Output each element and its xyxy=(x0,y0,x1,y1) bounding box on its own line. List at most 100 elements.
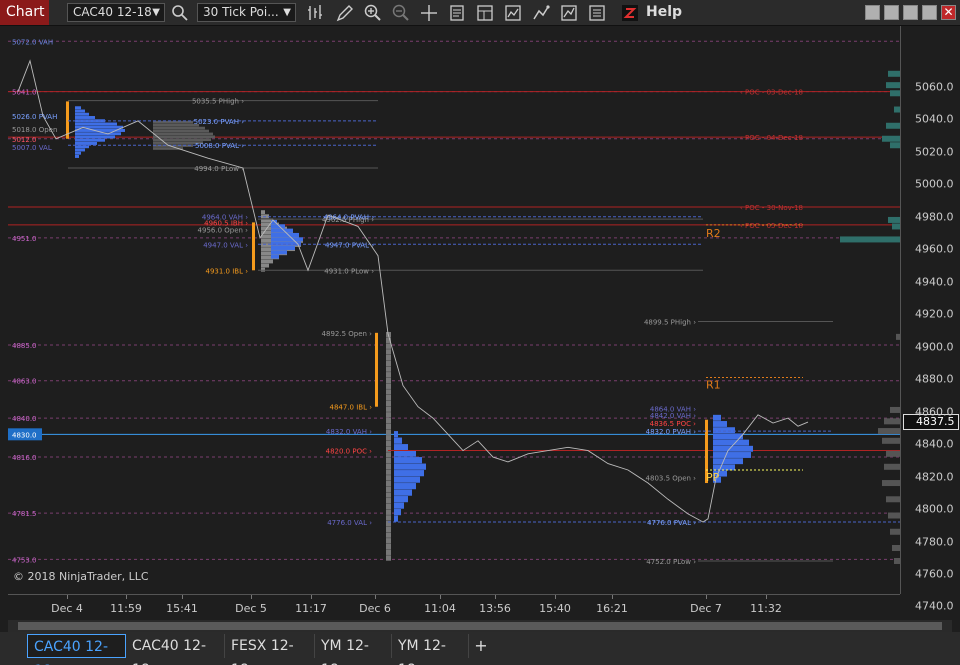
time-tick-label: 11:04 xyxy=(424,602,456,615)
scrollbar-thumb[interactable] xyxy=(18,622,942,630)
price-tick-label: 5040.0 xyxy=(915,112,954,126)
volume-profile-bar xyxy=(713,445,753,452)
time-tick-label: Dec 5 xyxy=(235,602,267,615)
poc-label: ‹ POC - 03-Dec-18 xyxy=(740,89,803,97)
volume-profile-bar xyxy=(394,444,408,451)
time-tick-label: 15:41 xyxy=(166,602,198,615)
volume-profile-bar xyxy=(271,241,301,246)
volume-profile-bar xyxy=(75,112,89,116)
instrument-selector[interactable]: CAC40 12-1​8 ▼ xyxy=(67,3,165,22)
close-icon[interactable]: ✕ xyxy=(941,5,956,20)
composite-profile-bar xyxy=(886,82,900,89)
indicators-icon[interactable] xyxy=(559,3,579,23)
profile-label: 4864.0 VAH › xyxy=(650,405,696,413)
left-level-label: 4951.0 xyxy=(12,235,37,243)
chart-tab[interactable]: CAC40 12-18 xyxy=(27,634,126,665)
volume-profile-bar xyxy=(75,142,97,145)
chart-tab[interactable]: FESX 12-18 xyxy=(225,634,315,665)
templates-icon[interactable] xyxy=(475,3,495,23)
composite-profile-bar xyxy=(890,142,900,149)
maximize-icon[interactable] xyxy=(903,5,918,20)
volume-profile-bar xyxy=(394,450,416,457)
volume-profile-bar xyxy=(386,526,391,533)
volume-profile-bar xyxy=(271,245,295,250)
price-chart[interactable]: ‹ POC - 03-Dec-18 ‹ POC - 04-Dec-18 ‹ POC … xyxy=(8,26,900,594)
volume-profile-bar xyxy=(713,464,735,471)
volume-profile-bar xyxy=(386,446,391,452)
volume-profile-bar xyxy=(386,469,391,475)
volume-profile-bar xyxy=(75,116,95,119)
window-icon[interactable] xyxy=(922,5,937,20)
chart-tab[interactable]: YM 12-18 xyxy=(315,634,392,665)
profile-label: 4832.0 PVAH › xyxy=(646,428,697,436)
strategies-icon[interactable] xyxy=(531,3,551,23)
time-tick-label: 11:59 xyxy=(110,602,142,615)
restore-icon[interactable] xyxy=(884,5,899,20)
composite-profile-bar xyxy=(840,236,900,243)
volume-profile-bar xyxy=(386,440,391,447)
ib-bar xyxy=(252,222,255,271)
profile-label: 4931.0 IBL › xyxy=(205,267,248,275)
chart-tab[interactable]: YM 12-18 xyxy=(392,634,469,665)
time-tick xyxy=(67,595,68,599)
properties-icon[interactable] xyxy=(503,3,523,23)
price-tick-label: 5060.0 xyxy=(915,80,954,94)
volume-profile-bar xyxy=(386,372,391,378)
composite-profile-bar xyxy=(890,406,900,413)
left-level-label: 5041.0 xyxy=(12,89,37,97)
price-tick-label: 4840.0 xyxy=(915,437,954,451)
add-tab-button[interactable]: + xyxy=(470,634,492,658)
volume-profile-bar xyxy=(386,360,391,367)
left-level-label: 5007.0 VAL xyxy=(12,144,52,152)
chart-tab[interactable]: CAC40 12-18 xyxy=(126,634,225,665)
volume-profile-bar xyxy=(386,549,391,555)
price-axis[interactable]: 4837.5 5060.0 5040.0 5020.0 5000.0 4980.0 496… xyxy=(900,26,960,613)
interval-selector[interactable]: 30 Tick Poi... ▼ xyxy=(197,3,296,22)
composite-profile-bar xyxy=(882,135,900,142)
help-menu[interactable]: Help xyxy=(646,0,682,25)
time-tick xyxy=(612,595,613,599)
composite-profile-bar xyxy=(886,122,900,129)
time-tick xyxy=(251,595,252,599)
profile-label: 4832.0 VAH › xyxy=(326,428,372,436)
volume-profile-bar xyxy=(386,377,391,384)
time-tick xyxy=(555,595,556,599)
instrument-value: CAC40 12-1​8 xyxy=(73,5,152,19)
volume-profile-bar xyxy=(386,503,391,510)
crosshair-icon[interactable] xyxy=(419,3,439,23)
profile-label: 4964.0 PVAH › xyxy=(324,214,375,222)
volume-profile-bar xyxy=(386,400,391,407)
profile-label: 4803.5 Open › xyxy=(646,474,697,482)
composite-profile-bar xyxy=(890,90,900,97)
zoom-out-icon[interactable] xyxy=(391,3,411,23)
volume-profile-bar xyxy=(75,135,115,139)
volume-profile-bar xyxy=(386,492,391,498)
left-level-label: 5012.0 xyxy=(12,136,37,144)
volume-profile-bar xyxy=(75,138,105,142)
left-level-label: 4840.0 xyxy=(12,415,37,423)
chart-style-icon[interactable] xyxy=(306,3,326,23)
time-axis[interactable]: Dec 4 11:59 15:41 Dec 5 11:17 Dec 6 11:04 13:56… xyxy=(8,594,900,620)
alerts-icon[interactable] xyxy=(587,3,607,23)
time-tick-label: Dec 6 xyxy=(359,602,391,615)
profile-label: 4776.0 PVAL › xyxy=(647,519,696,527)
price-tick-label: 4740.0 xyxy=(915,599,954,613)
search-icon[interactable] xyxy=(170,3,190,23)
volume-profile-bar xyxy=(153,135,215,139)
volume-profile-bar xyxy=(386,417,391,424)
price-tick-label: 4980.0 xyxy=(915,210,954,224)
volume-profile-bar xyxy=(386,394,391,401)
zoom-in-icon[interactable] xyxy=(363,3,383,23)
volume-profile-bar xyxy=(386,498,391,504)
minimize-icon[interactable] xyxy=(865,5,880,20)
composite-profile-bar xyxy=(892,223,900,230)
profile-label: 4956.0 Open › xyxy=(198,227,249,235)
volume-profile-bar xyxy=(271,232,299,237)
z-icon[interactable] xyxy=(620,3,640,23)
volume-profile-bar xyxy=(75,148,85,152)
horizontal-scrollbar[interactable] xyxy=(8,620,952,632)
data-box-icon[interactable] xyxy=(447,3,467,23)
draw-icon[interactable] xyxy=(335,3,355,23)
profile-label: 4776.0 VAL › xyxy=(327,519,372,527)
volume-profile-bar xyxy=(386,515,391,521)
